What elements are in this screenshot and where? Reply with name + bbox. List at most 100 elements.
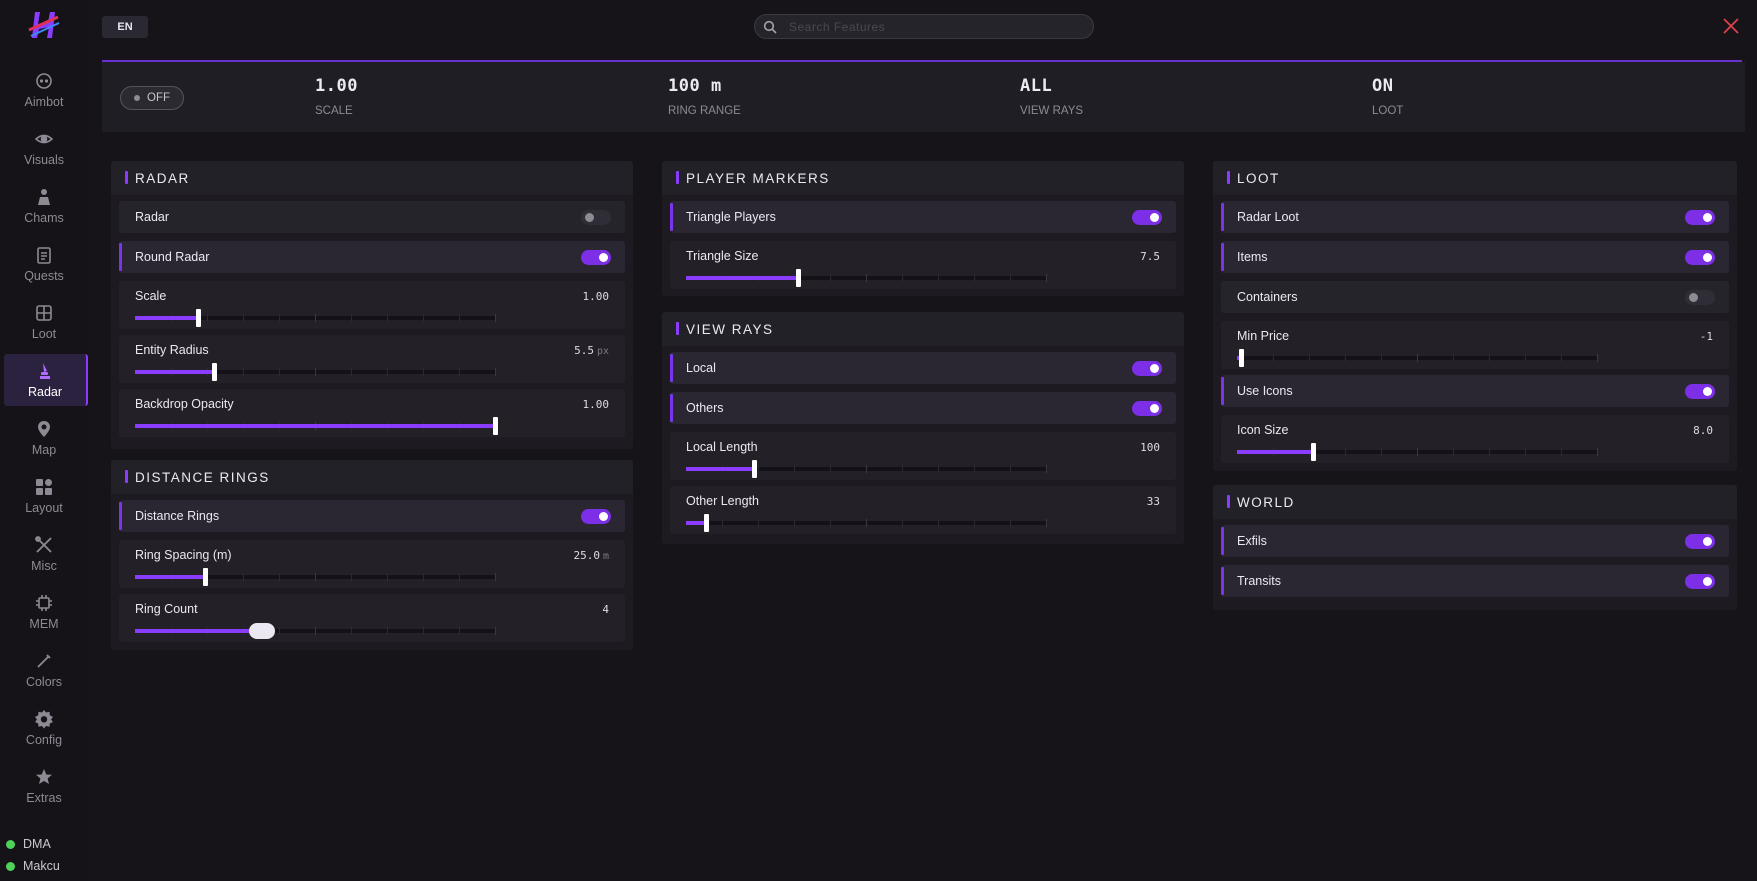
nav-item-quests[interactable]: Quests xyxy=(0,238,88,290)
slider-value: 1.00 xyxy=(583,290,610,303)
row-label: Containers xyxy=(1237,290,1298,304)
slider-track[interactable] xyxy=(686,514,1047,532)
nav-item-layout[interactable]: Layout xyxy=(0,470,88,522)
toggle-knob xyxy=(1703,213,1712,222)
slider-fill xyxy=(686,467,754,471)
containers-row[interactable]: Containers xyxy=(1221,281,1729,313)
slider-tick xyxy=(459,573,460,581)
slider-thumb[interactable] xyxy=(249,623,275,639)
slider-tick xyxy=(1453,354,1454,362)
nav-item-visuals[interactable]: Visuals xyxy=(0,122,88,174)
language-button[interactable]: EN xyxy=(102,16,148,38)
slider-thumb[interactable] xyxy=(203,568,208,586)
slider-track[interactable] xyxy=(135,568,496,586)
slider-thumb[interactable] xyxy=(752,460,757,478)
slider-track[interactable] xyxy=(1237,349,1598,367)
slider-thumb[interactable] xyxy=(212,363,217,381)
slider-thumb[interactable] xyxy=(1311,443,1316,461)
exfils-row[interactable]: Exfils xyxy=(1221,525,1729,557)
nav-item-misc[interactable]: Misc xyxy=(0,528,88,580)
world-panel: WORLD Exfils Transits xyxy=(1213,485,1737,610)
layout-icon xyxy=(36,479,52,495)
slider-thumb[interactable] xyxy=(704,514,709,532)
slider-tick xyxy=(279,627,280,635)
nav-item-loot[interactable]: Loot xyxy=(0,296,88,348)
use-icons-toggle[interactable] xyxy=(1685,384,1715,399)
slider-track[interactable] xyxy=(135,417,498,435)
round-radar-row[interactable]: Round Radar xyxy=(119,241,625,273)
slider-track[interactable] xyxy=(135,309,496,327)
tools-icon xyxy=(35,536,52,553)
triangle-players-toggle[interactable] xyxy=(1132,210,1162,225)
nav-item-map[interactable]: Map xyxy=(0,412,88,464)
slider-tick xyxy=(1046,519,1047,527)
slider-tick xyxy=(1010,274,1011,282)
nav-item-mem[interactable]: MEM xyxy=(0,586,88,638)
slider-label: Other Length xyxy=(686,494,759,508)
round-radar-toggle[interactable] xyxy=(581,250,611,265)
slider-thumb[interactable] xyxy=(493,417,498,435)
slider-fill xyxy=(135,370,214,374)
slider-tick xyxy=(387,573,388,581)
slider-label: Triangle Size xyxy=(686,249,759,263)
slider-value: 100 xyxy=(1140,441,1160,454)
slider-track[interactable] xyxy=(686,269,1047,287)
radar-loot-toggle[interactable] xyxy=(1685,210,1715,225)
others-rays-row[interactable]: Others xyxy=(670,392,1176,424)
slider-tick xyxy=(1597,354,1598,362)
nav-item-colors[interactable]: Colors xyxy=(0,644,88,696)
stat-value: ALL xyxy=(1020,76,1053,96)
player-markers-panel: PLAYER MARKERS Triangle Players Triangle… xyxy=(662,161,1184,296)
panel-title: LOOT xyxy=(1237,171,1280,186)
transits-row[interactable]: Transits xyxy=(1221,565,1729,597)
loot-panel: LOOT Radar Loot Items Containers Min Pri… xyxy=(1213,161,1737,471)
radar-loot-row[interactable]: Radar Loot xyxy=(1221,201,1729,233)
nav-item-aimbot[interactable]: Aimbot xyxy=(0,64,88,116)
slider-tick xyxy=(315,627,316,635)
slider-track[interactable] xyxy=(135,363,496,381)
nav-item-radar[interactable]: Radar xyxy=(4,354,88,406)
others-rays-toggle[interactable] xyxy=(1132,401,1162,416)
slider-value: 7.5 xyxy=(1140,250,1160,263)
slider-tick xyxy=(938,519,939,527)
radar-toggle[interactable] xyxy=(581,210,611,225)
slider-value: 4 xyxy=(602,603,609,616)
slider-track[interactable] xyxy=(1237,443,1598,461)
transits-toggle[interactable] xyxy=(1685,574,1715,589)
slider-track[interactable] xyxy=(135,623,496,639)
use-icons-row[interactable]: Use Icons xyxy=(1221,375,1729,407)
slider-tick xyxy=(1345,354,1346,362)
stat-ring-range: 100 m RING RANGE xyxy=(668,76,741,117)
containers-toggle[interactable] xyxy=(1685,290,1715,305)
toggle-knob xyxy=(1689,293,1698,302)
search-input[interactable] xyxy=(789,18,1079,36)
slider-tick xyxy=(1417,354,1418,362)
nav-item-chams[interactable]: Chams xyxy=(0,180,88,232)
local-rays-row[interactable]: Local xyxy=(670,352,1176,384)
items-row[interactable]: Items xyxy=(1221,241,1729,273)
radar-toggle-row[interactable]: Radar xyxy=(119,201,625,233)
nav-item-config[interactable]: Config xyxy=(0,702,88,754)
slider-tick xyxy=(938,274,939,282)
local-rays-toggle[interactable] xyxy=(1132,361,1162,376)
slider-tick xyxy=(866,519,867,527)
toggle-knob xyxy=(1150,364,1159,373)
master-toggle-button[interactable]: OFF xyxy=(120,86,184,110)
search-box[interactable] xyxy=(754,14,1094,39)
close-icon[interactable] xyxy=(1722,17,1740,35)
slider-tick xyxy=(1417,448,1418,456)
exfils-toggle[interactable] xyxy=(1685,534,1715,549)
triangle-players-row[interactable]: Triangle Players xyxy=(670,201,1176,233)
distance-rings-toggle[interactable] xyxy=(581,509,611,524)
slider-tick xyxy=(315,368,316,376)
nav-item-extras[interactable]: Extras xyxy=(0,760,88,812)
items-toggle[interactable] xyxy=(1685,250,1715,265)
slider-track[interactable] xyxy=(686,460,1047,478)
accent-bar xyxy=(676,322,679,335)
distance-rings-row[interactable]: Distance Rings xyxy=(119,500,625,532)
slider-thumb[interactable] xyxy=(796,269,801,287)
stat-value: 1.00 xyxy=(315,76,358,96)
slider-thumb[interactable] xyxy=(196,309,201,327)
nav-label: Loot xyxy=(31,327,57,341)
slider-thumb[interactable] xyxy=(1239,349,1244,367)
